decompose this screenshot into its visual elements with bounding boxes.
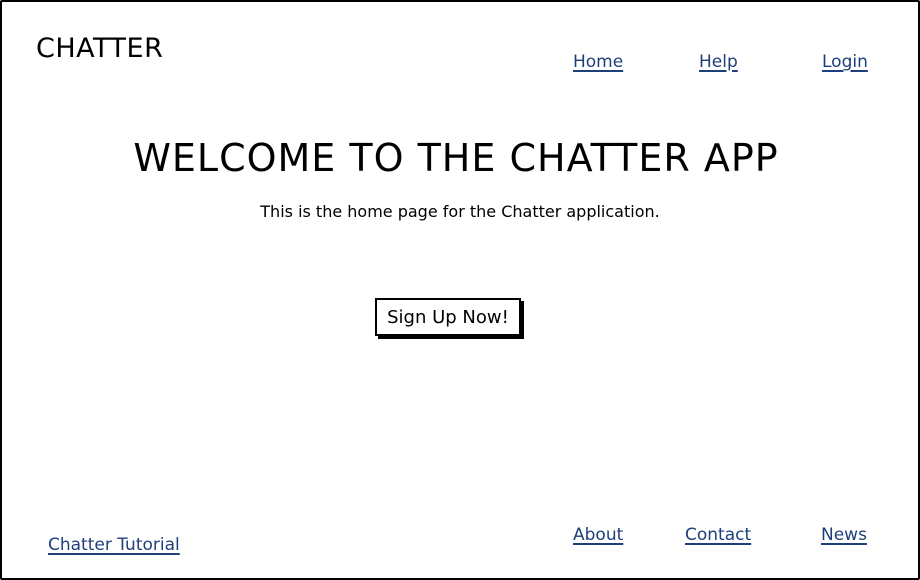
page-title: WELCOME TO THE CHATTER APP <box>133 136 779 180</box>
nav-link-home[interactable]: Home <box>573 51 623 73</box>
sign-up-button[interactable]: Sign Up Now! <box>375 298 521 336</box>
app-logo: CHATTER <box>36 33 164 64</box>
footer-link-tutorial[interactable]: Chatter Tutorial <box>48 534 180 556</box>
nav-link-help[interactable]: Help <box>699 51 738 73</box>
page-subtitle: This is the home page for the Chatter ap… <box>260 202 660 221</box>
footer-link-contact[interactable]: Contact <box>685 524 751 546</box>
footer-link-news[interactable]: News <box>821 524 867 546</box>
page-frame: CHATTER Home Help Login WELCOME TO THE C… <box>0 0 920 580</box>
nav-link-login[interactable]: Login <box>822 51 868 73</box>
footer-link-about[interactable]: About <box>573 524 623 546</box>
